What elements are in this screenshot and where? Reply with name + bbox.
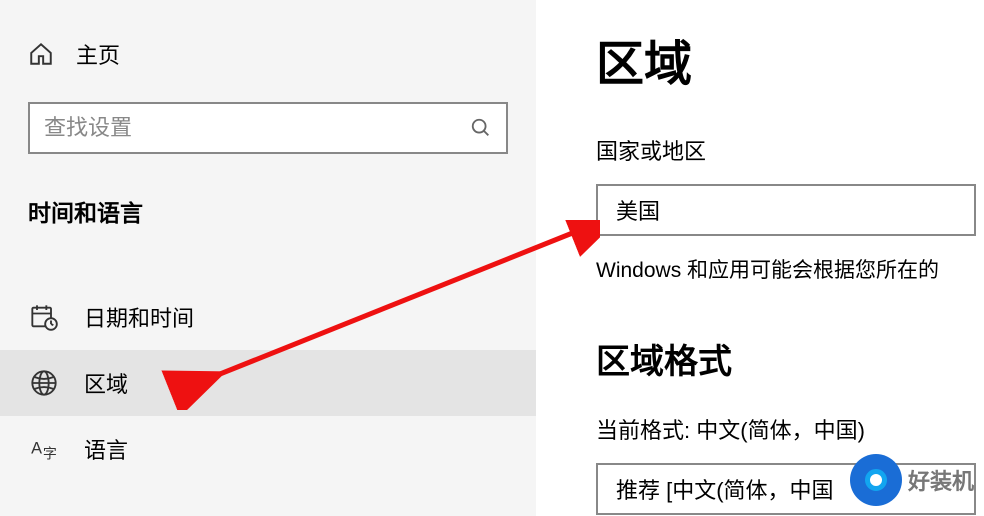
calendar-clock-icon: [30, 303, 58, 331]
search-icon: [470, 117, 492, 139]
svg-text:字: 字: [43, 445, 57, 461]
watermark: 好装机: [850, 454, 974, 506]
search-input[interactable]: [44, 115, 470, 141]
home-icon: [28, 41, 54, 67]
watermark-icon: [850, 454, 902, 506]
globe-icon: [30, 369, 58, 397]
home-label: 主页: [76, 38, 120, 70]
sidebar-item-language[interactable]: A 字 语言: [28, 416, 508, 482]
svg-text:A: A: [31, 440, 42, 458]
sidebar-item-datetime[interactable]: 日期和时间: [28, 284, 508, 350]
current-format: 当前格式: 中文(简体，中国): [596, 413, 984, 445]
watermark-text: 好装机: [908, 464, 974, 496]
format-title: 区域格式: [596, 334, 984, 383]
country-dropdown[interactable]: 美国: [596, 184, 976, 236]
home-link[interactable]: 主页: [28, 38, 508, 70]
sidebar: 主页 时间和语言 日期和时间 区域 A 字 语言: [0, 0, 536, 516]
search-box[interactable]: [28, 102, 508, 154]
language-icon: A 字: [30, 435, 58, 463]
country-hint: Windows 和应用可能会根据您所在的: [596, 254, 984, 284]
section-title: 时间和语言: [28, 194, 508, 228]
main-content: 区域 国家或地区 美国 Windows 和应用可能会根据您所在的 区域格式 当前…: [536, 0, 984, 516]
page-title: 区域: [596, 24, 984, 94]
sidebar-item-label: 语言: [84, 433, 128, 465]
format-value: 推荐 [中文(简体，中国: [616, 473, 834, 505]
country-label: 国家或地区: [596, 134, 984, 166]
sidebar-item-region[interactable]: 区域: [0, 350, 536, 416]
country-value: 美国: [616, 194, 660, 226]
sidebar-item-label: 区域: [84, 367, 128, 399]
sidebar-item-label: 日期和时间: [84, 301, 194, 333]
